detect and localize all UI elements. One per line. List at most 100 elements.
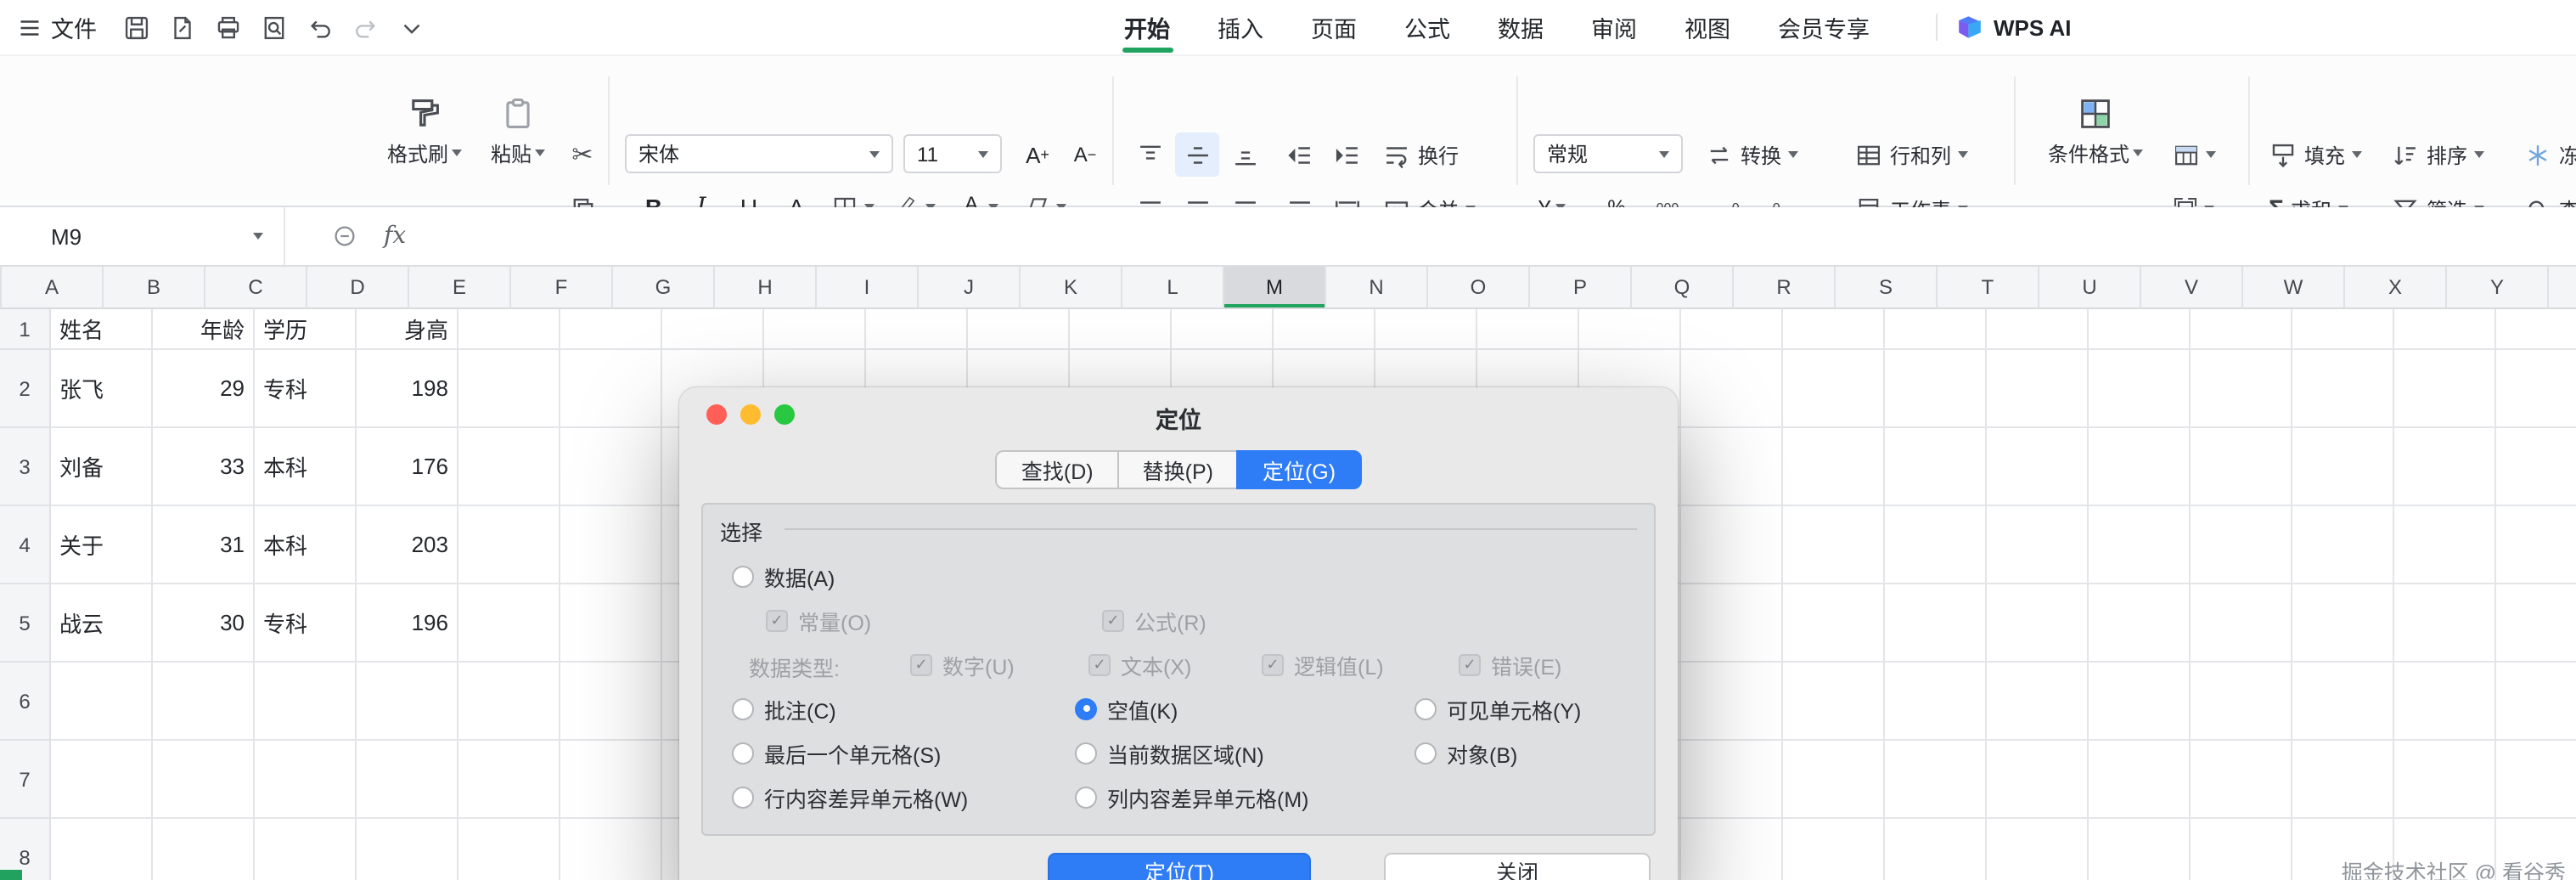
menu-tab-视图[interactable]: 视图 [1661, 0, 1754, 54]
cell-O1[interactable] [1477, 309, 1579, 350]
cell-W1[interactable] [2292, 309, 2394, 350]
cell-S6[interactable] [1885, 663, 1987, 741]
cell-D7[interactable] [357, 741, 458, 819]
column-header-P[interactable]: P [1530, 267, 1632, 309]
cell-V8[interactable] [2191, 819, 2292, 880]
cell-A3[interactable]: 刘备 [51, 428, 153, 506]
column-header-H[interactable]: H [715, 267, 817, 309]
menu-tab-公式[interactable]: 公式 [1381, 0, 1474, 54]
dialog-close-button[interactable]: 关闭 [1384, 853, 1651, 880]
cell-L1[interactable] [1172, 309, 1274, 350]
radio-列内容差异单元格(M)[interactable]: 列内容差异单元格(M) [1075, 783, 1309, 811]
row-header-6[interactable]: 6 [0, 663, 51, 741]
checkbox-常量(O)[interactable]: ✓ 常量(O) [766, 606, 871, 635]
convert-button[interactable]: 转换 [1701, 133, 1802, 177]
cell-X2[interactable] [2394, 350, 2496, 428]
increase-font-size-button[interactable]: A + [1015, 133, 1060, 177]
dialog-titlebar[interactable]: 定位 [679, 387, 1678, 442]
table-style-button[interactable] [2167, 133, 2221, 177]
cut-button[interactable]: ✂ [560, 133, 605, 177]
radio-可见单元格(Y)[interactable]: 可见单元格(Y) [1415, 695, 1581, 723]
cell-U2[interactable] [2089, 350, 2191, 428]
save-button[interactable] [114, 0, 160, 54]
cell-B3[interactable]: 33 [153, 428, 255, 506]
column-header-I[interactable]: I [817, 267, 919, 309]
cell-I1[interactable] [866, 309, 968, 350]
cell-U5[interactable] [2089, 584, 2191, 663]
file-menu-button[interactable]: 文件 [0, 10, 114, 44]
menu-tab-会员专享[interactable]: 会员专享 [1754, 0, 1893, 54]
cell-Q6[interactable] [1681, 663, 1783, 741]
cell-V7[interactable] [2191, 741, 2292, 819]
cell-X6[interactable] [2394, 663, 2496, 741]
cell-R7[interactable] [1783, 741, 1885, 819]
wps-ai-button[interactable]: WPS AI [1956, 0, 2072, 54]
cell-X1[interactable] [2394, 309, 2496, 350]
row-header-3[interactable]: 3 [0, 428, 51, 506]
radio-当前数据区域(N)[interactable]: 当前数据区域(N) [1075, 739, 1264, 767]
cell-T7[interactable] [1987, 741, 2089, 819]
symbol-circle-icon[interactable] [316, 207, 374, 265]
column-header-O[interactable]: O [1428, 267, 1530, 309]
freeze-button[interactable]: 冻结 [2520, 133, 2576, 177]
cell-D4[interactable]: 203 [357, 506, 458, 584]
toolbar-more-button[interactable] [389, 0, 435, 54]
cell-Y3[interactable] [2496, 428, 2576, 506]
cell-C5[interactable]: 专科 [255, 584, 357, 663]
cell-Q3[interactable] [1681, 428, 1783, 506]
cell-D5[interactable]: 196 [357, 584, 458, 663]
cell-U8[interactable] [2089, 819, 2191, 880]
column-header-F[interactable]: F [511, 267, 613, 309]
cell-V2[interactable] [2191, 350, 2292, 428]
cell-C6[interactable] [255, 663, 357, 741]
cell-X3[interactable] [2394, 428, 2496, 506]
print-preview-button[interactable] [251, 0, 297, 54]
cell-T2[interactable] [1987, 350, 2089, 428]
cell-Y2[interactable] [2496, 350, 2576, 428]
radio-行内容差异单元格(W)[interactable]: 行内容差异单元格(W) [732, 783, 968, 811]
cell-W4[interactable] [2292, 506, 2394, 584]
cell-E6[interactable] [458, 663, 560, 741]
column-header-C[interactable]: C [205, 267, 307, 309]
cell-K1[interactable] [1070, 309, 1172, 350]
column-header-N[interactable]: N [1326, 267, 1428, 309]
cell-T6[interactable] [1987, 663, 2089, 741]
cell-D3[interactable]: 176 [357, 428, 458, 506]
row-header-1[interactable]: 1 [0, 309, 51, 350]
cell-W7[interactable] [2292, 741, 2394, 819]
cell-A4[interactable]: 关于 [51, 506, 153, 584]
cell-X5[interactable] [2394, 584, 2496, 663]
cell-F3[interactable] [560, 428, 662, 506]
cell-S5[interactable] [1885, 584, 1987, 663]
decrease-font-size-button[interactable]: A − [1063, 133, 1107, 177]
cell-S3[interactable] [1885, 428, 1987, 506]
cell-B6[interactable] [153, 663, 255, 741]
cell-W3[interactable] [2292, 428, 2394, 506]
menu-tab-插入[interactable]: 插入 [1194, 0, 1287, 54]
cell-U4[interactable] [2089, 506, 2191, 584]
cell-N1[interactable] [1375, 309, 1477, 350]
cell-V5[interactable] [2191, 584, 2292, 663]
cell-R3[interactable] [1783, 428, 1885, 506]
checkbox-数字(U)[interactable]: ✓ 数字(U) [910, 651, 1015, 679]
cell-C3[interactable]: 本科 [255, 428, 357, 506]
column-header-R[interactable]: R [1734, 267, 1836, 309]
menu-tab-开始[interactable]: 开始 [1100, 0, 1194, 54]
menu-tab-页面[interactable]: 页面 [1287, 0, 1381, 54]
radio-批注(C)[interactable]: 批注(C) [732, 695, 836, 723]
cell-Q1[interactable] [1681, 309, 1783, 350]
formula-input[interactable] [406, 207, 2576, 265]
column-header-B[interactable]: B [104, 267, 205, 309]
cell-D2[interactable]: 198 [357, 350, 458, 428]
goto-confirm-button[interactable]: 定位(T) [1048, 853, 1311, 880]
column-header-G[interactable]: G [613, 267, 715, 309]
radio-对象(B)[interactable]: 对象(B) [1415, 739, 1517, 767]
cell-Q7[interactable] [1681, 741, 1783, 819]
cell-T8[interactable] [1987, 819, 2089, 880]
dialog-tab-查找(D)[interactable]: 查找(D) [995, 450, 1119, 489]
cell-C1[interactable]: 学历 [255, 309, 357, 350]
cell-E4[interactable] [458, 506, 560, 584]
cell-H1[interactable] [764, 309, 866, 350]
cell-F5[interactable] [560, 584, 662, 663]
cell-S1[interactable] [1885, 309, 1987, 350]
